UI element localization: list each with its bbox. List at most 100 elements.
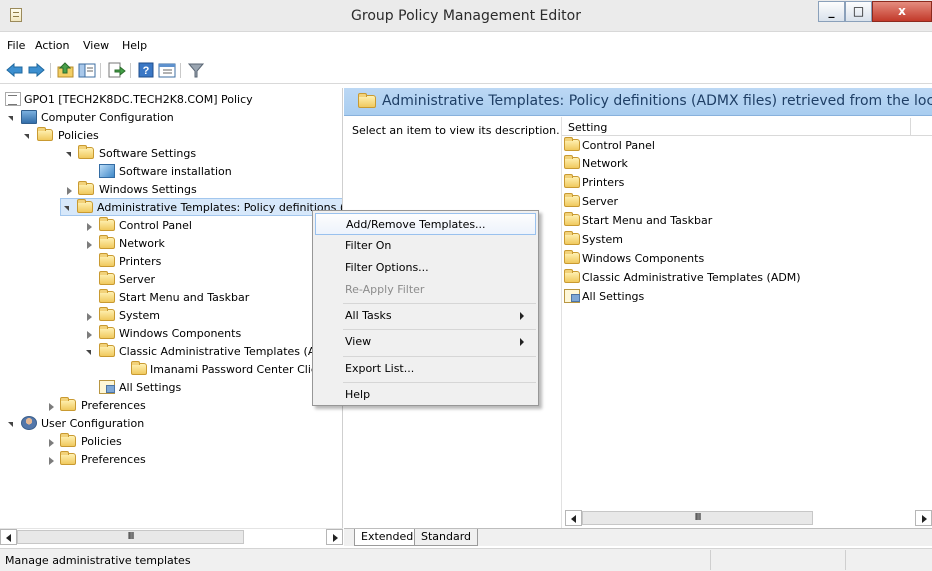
menu-action[interactable]: Action: [35, 39, 69, 52]
list-item-start-menu-taskbar[interactable]: Start Menu and Taskbar: [563, 212, 923, 230]
tree-item-software-settings[interactable]: Software Settings: [3, 145, 323, 163]
menu-file[interactable]: File: [7, 39, 25, 52]
folder-icon: [564, 137, 580, 151]
tree-item-preferences-computer[interactable]: Preferences: [3, 397, 323, 415]
tree-item-gpo1-policy[interactable]: GPO1 [TECH2K8DC.TECH2K8.COM] Policy: [3, 91, 323, 109]
collapsed-arrow-icon[interactable]: [47, 438, 56, 447]
tree-item-computer-configuration[interactable]: Computer Configuration: [3, 109, 323, 127]
expanded-arrow-icon[interactable]: [65, 150, 74, 159]
settings-list[interactable]: Setting Control Panel Network Printers S…: [561, 117, 932, 528]
tree-horizontal-scrollbar[interactable]: III: [0, 528, 343, 545]
list-item-classic-admin-templates[interactable]: Classic Administrative Templates (ADM): [563, 269, 923, 287]
menu-item-add-remove-templates[interactable]: Add/Remove Templates...: [315, 213, 536, 235]
show-hide-tree-icon[interactable]: [77, 61, 97, 79]
up-folder-icon[interactable]: [56, 61, 76, 79]
properties-icon[interactable]: [157, 61, 177, 79]
list-item-system[interactable]: System: [563, 231, 923, 249]
tree-item-software-installation[interactable]: Software installation: [3, 163, 323, 181]
status-text: Manage administrative templates: [5, 554, 191, 567]
submenu-arrow-icon: [520, 312, 524, 320]
expanded-arrow-icon[interactable]: [7, 114, 16, 123]
menu-item-label: Re-Apply Filter: [345, 283, 425, 296]
scroll-right-icon[interactable]: [915, 510, 932, 526]
tree-item-label: Preferences: [81, 399, 146, 412]
scroll-right-icon[interactable]: [326, 529, 343, 545]
list-item-windows-components[interactable]: Windows Components: [563, 250, 923, 268]
expanded-arrow-icon[interactable]: [85, 348, 94, 357]
expanded-arrow-icon[interactable]: [63, 204, 72, 213]
tree-item-system[interactable]: System: [3, 307, 323, 325]
collapsed-arrow-icon[interactable]: [65, 186, 74, 195]
tree-item-label: Computer Configuration: [41, 111, 174, 124]
console-tree[interactable]: GPO1 [TECH2K8DC.TECH2K8.COM] Policy Comp…: [0, 88, 343, 528]
tab-extended[interactable]: Extended: [354, 529, 421, 546]
scroll-thumb[interactable]: III: [582, 511, 813, 525]
expanded-arrow-icon[interactable]: [23, 132, 32, 141]
tree-item-server[interactable]: Server: [3, 271, 323, 289]
collapsed-arrow-icon[interactable]: [47, 456, 56, 465]
collapsed-arrow-icon[interactable]: [85, 240, 94, 249]
window-title: Group Policy Management Editor: [351, 8, 581, 24]
expanded-arrow-icon[interactable]: [7, 420, 16, 429]
tree-item-windows-settings[interactable]: Windows Settings: [3, 181, 323, 199]
computer-icon: [21, 110, 37, 124]
menu-help[interactable]: Help: [122, 39, 147, 52]
menu-separator: [343, 382, 536, 383]
menu-item-all-tasks[interactable]: All Tasks: [315, 305, 536, 327]
collapsed-arrow-icon[interactable]: [85, 330, 94, 339]
forward-icon[interactable]: [26, 61, 46, 79]
menu-item-export-list[interactable]: Export List...: [315, 358, 536, 380]
tree-item-control-panel[interactable]: Control Panel: [3, 217, 323, 235]
folder-icon: [131, 361, 147, 375]
folder-icon: [564, 250, 580, 264]
tree-item-printers[interactable]: Printers: [3, 253, 323, 271]
list-item-label: Printers: [582, 176, 625, 189]
tab-standard[interactable]: Standard: [414, 529, 479, 546]
tree-item-label: Administrative Templates: Policy definit…: [97, 201, 343, 214]
minimize-button[interactable]: _: [818, 1, 845, 22]
menu-item-filter-options[interactable]: Filter Options...: [315, 257, 536, 279]
tree-item-administrative-templates[interactable]: Administrative Templates: Policy definit…: [60, 198, 343, 216]
details-horizontal-scrollbar[interactable]: III: [565, 510, 932, 527]
tree-item-classic-admin-templates[interactable]: Classic Administrative Templates (AI: [3, 343, 323, 361]
tree-item-policies-user[interactable]: Policies: [3, 433, 323, 451]
folder-icon: [564, 193, 580, 207]
close-button[interactable]: x: [872, 1, 932, 22]
menu-item-help[interactable]: Help: [315, 384, 536, 406]
tree-item-preferences-user[interactable]: Preferences: [3, 451, 323, 469]
tree-item-all-settings[interactable]: All Settings: [3, 379, 323, 397]
list-item-label: Server: [582, 195, 619, 208]
list-item-control-panel[interactable]: Control Panel: [563, 137, 923, 155]
toolbar: ?: [0, 57, 932, 84]
list-item-server[interactable]: Server: [563, 193, 923, 211]
tree-item-windows-components[interactable]: Windows Components: [3, 325, 323, 343]
list-item-label: Windows Components: [582, 252, 705, 265]
filter-icon[interactable]: [186, 61, 206, 79]
tree-item-label: Control Panel: [119, 219, 192, 232]
help-icon[interactable]: ?: [136, 61, 156, 79]
scroll-thumb[interactable]: III: [17, 530, 244, 544]
list-item-label: System: [582, 233, 624, 246]
tree-item-imanami-password-center[interactable]: Imanami Password Center Client: [3, 361, 329, 379]
collapsed-arrow-icon[interactable]: [85, 312, 94, 321]
menu-view[interactable]: View: [83, 39, 109, 52]
tree-item-user-configuration[interactable]: User Configuration: [3, 415, 323, 433]
export-list-icon[interactable]: [106, 61, 126, 79]
collapsed-arrow-icon[interactable]: [47, 402, 56, 411]
tree-item-network[interactable]: Network: [3, 235, 323, 253]
folder-icon: [99, 289, 115, 303]
back-icon[interactable]: [5, 61, 25, 79]
scroll-left-icon[interactable]: [565, 510, 582, 526]
tree-item-policies[interactable]: Policies: [3, 127, 323, 145]
setting-column-header[interactable]: Setting: [562, 118, 932, 136]
list-item-all-settings[interactable]: All Settings: [563, 288, 923, 306]
list-item-network[interactable]: Network: [563, 155, 923, 173]
list-item-label: Control Panel: [582, 139, 655, 152]
maximize-button[interactable]: □: [845, 1, 872, 22]
collapsed-arrow-icon[interactable]: [85, 222, 94, 231]
menu-item-view[interactable]: View: [315, 331, 536, 353]
list-item-printers[interactable]: Printers: [563, 174, 923, 192]
menu-item-filter-on[interactable]: Filter On: [315, 235, 536, 257]
scroll-left-icon[interactable]: [0, 529, 17, 545]
tree-item-start-menu-taskbar[interactable]: Start Menu and Taskbar: [3, 289, 323, 307]
